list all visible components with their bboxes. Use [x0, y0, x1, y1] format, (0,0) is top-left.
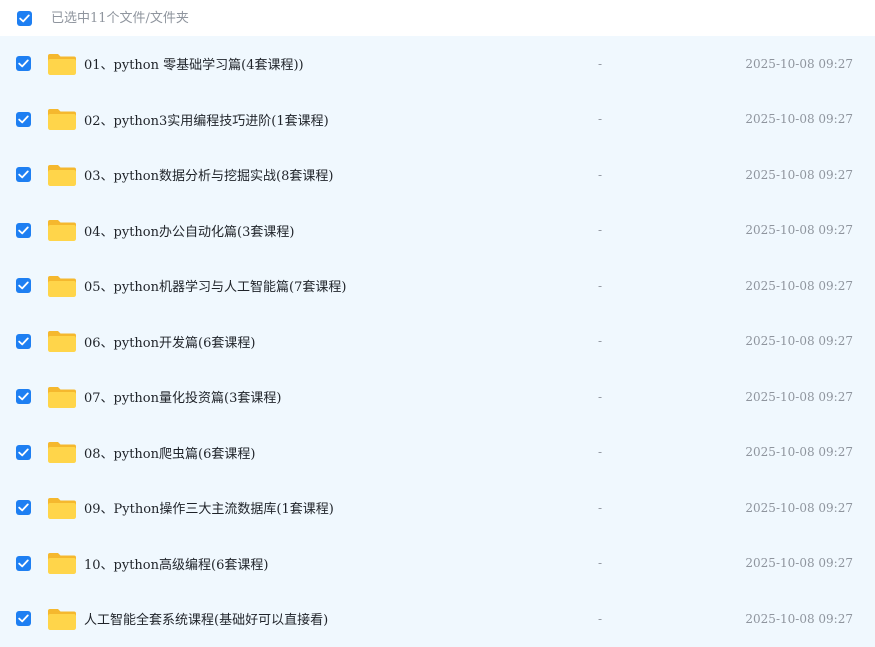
file-date: 2025-10-08 09:27: [745, 278, 853, 293]
folder-icon[interactable]: [47, 218, 77, 242]
file-date: 2025-10-08 09:27: [745, 167, 853, 182]
selection-header: 已选中11个文件/文件夹: [0, 0, 875, 36]
file-name[interactable]: 08、python爬虫篇(6套课程): [84, 443, 564, 462]
file-row[interactable]: 06、python开发篇(6套课程) - 2025-10-08 09:27: [0, 314, 875, 370]
folder-icon[interactable]: [47, 551, 77, 575]
file-row[interactable]: 05、python机器学习与人工智能篇(7套课程) - 2025-10-08 09:…: [0, 258, 875, 314]
file-row[interactable]: 02、python3实用编程技巧进阶(1套课程) - 2025-10-08 09:2…: [0, 92, 875, 148]
checkmark-icon: [19, 14, 30, 22]
folder-icon[interactable]: [47, 107, 77, 131]
checkmark-icon: [18, 226, 29, 235]
folder-icon[interactable]: [47, 607, 77, 631]
row-checkbox[interactable]: [16, 167, 31, 183]
row-checkbox[interactable]: [16, 611, 31, 627]
file-size: -: [598, 167, 603, 182]
row-checkbox[interactable]: [16, 500, 31, 516]
file-row[interactable]: 08、python爬虫篇(6套课程) - 2025-10-08 09:27: [0, 425, 875, 481]
checkmark-icon: [18, 559, 29, 568]
row-checkbox[interactable]: [16, 444, 31, 460]
folder-icon[interactable]: [47, 385, 77, 409]
file-name[interactable]: 02、python3实用编程技巧进阶(1套课程): [84, 110, 564, 129]
file-row[interactable]: 07、python量化投资篇(3套课程) - 2025-10-08 09:27: [0, 369, 875, 425]
file-list: 01、python 零基础学习篇(4套课程)) - 2025-10-08 09:27…: [0, 36, 875, 647]
folder-icon[interactable]: [47, 163, 77, 187]
folder-icon[interactable]: [47, 52, 77, 76]
checkmark-icon: [18, 170, 29, 179]
row-checkbox[interactable]: [16, 278, 31, 294]
row-checkbox[interactable]: [16, 222, 31, 238]
file-date: 2025-10-08 09:27: [745, 556, 853, 571]
file-row[interactable]: 人工智能全套系统课程(基础好可以直接看) - 2025-10-08 09:27: [0, 591, 875, 647]
file-size: -: [598, 611, 603, 626]
file-size: -: [598, 500, 603, 515]
file-name[interactable]: 06、python开发篇(6套课程): [84, 332, 564, 351]
file-date: 2025-10-08 09:27: [745, 500, 853, 515]
file-row[interactable]: 01、python 零基础学习篇(4套课程)) - 2025-10-08 09:27: [0, 36, 875, 92]
file-date: 2025-10-08 09:27: [745, 389, 853, 404]
folder-icon[interactable]: [47, 329, 77, 353]
row-checkbox[interactable]: [16, 389, 31, 405]
file-size: -: [598, 389, 603, 404]
file-name[interactable]: 人工智能全套系统课程(基础好可以直接看): [84, 609, 564, 628]
checkmark-icon: [18, 59, 29, 68]
file-name[interactable]: 10、python高级编程(6套课程): [84, 554, 564, 573]
file-name[interactable]: 04、python办公自动化篇(3套课程): [84, 221, 564, 240]
file-size: -: [598, 556, 603, 571]
checkmark-icon: [18, 337, 29, 346]
file-row[interactable]: 09、Python操作三大主流数据库(1套课程) - 2025-10-08 09:2…: [0, 480, 875, 536]
file-date: 2025-10-08 09:27: [745, 334, 853, 349]
checkmark-icon: [18, 614, 29, 623]
file-size: -: [598, 112, 603, 127]
file-date: 2025-10-08 09:27: [745, 445, 853, 460]
file-name[interactable]: 03、python数据分析与挖掘实战(8套课程): [84, 165, 564, 184]
select-all-checkbox[interactable]: [17, 10, 32, 26]
folder-icon[interactable]: [47, 440, 77, 464]
selection-count-label: 已选中11个文件/文件夹: [51, 10, 189, 26]
file-size: -: [598, 278, 603, 293]
file-name[interactable]: 05、python机器学习与人工智能篇(7套课程): [84, 276, 564, 295]
checkmark-icon: [18, 281, 29, 290]
file-date: 2025-10-08 09:27: [745, 56, 853, 71]
file-name[interactable]: 07、python量化投资篇(3套课程): [84, 387, 564, 406]
file-name[interactable]: 09、Python操作三大主流数据库(1套课程): [84, 498, 564, 517]
file-row[interactable]: 03、python数据分析与挖掘实战(8套课程) - 2025-10-08 09:2…: [0, 147, 875, 203]
file-date: 2025-10-08 09:27: [745, 611, 853, 626]
file-size: -: [598, 56, 603, 71]
checkmark-icon: [18, 392, 29, 401]
row-checkbox[interactable]: [16, 555, 31, 571]
file-date: 2025-10-08 09:27: [745, 223, 853, 238]
file-size: -: [598, 334, 603, 349]
folder-icon[interactable]: [47, 274, 77, 298]
file-row[interactable]: 10、python高级编程(6套课程) - 2025-10-08 09:27: [0, 536, 875, 592]
row-checkbox[interactable]: [16, 111, 31, 127]
checkmark-icon: [18, 448, 29, 457]
checkmark-icon: [18, 115, 29, 124]
row-checkbox[interactable]: [16, 56, 31, 72]
file-date: 2025-10-08 09:27: [745, 112, 853, 127]
folder-icon[interactable]: [47, 496, 77, 520]
file-size: -: [598, 223, 603, 238]
file-row[interactable]: 04、python办公自动化篇(3套课程) - 2025-10-08 09:27: [0, 203, 875, 259]
row-checkbox[interactable]: [16, 333, 31, 349]
checkmark-icon: [18, 503, 29, 512]
file-size: -: [598, 445, 603, 460]
file-name[interactable]: 01、python 零基础学习篇(4套课程)): [84, 54, 564, 73]
